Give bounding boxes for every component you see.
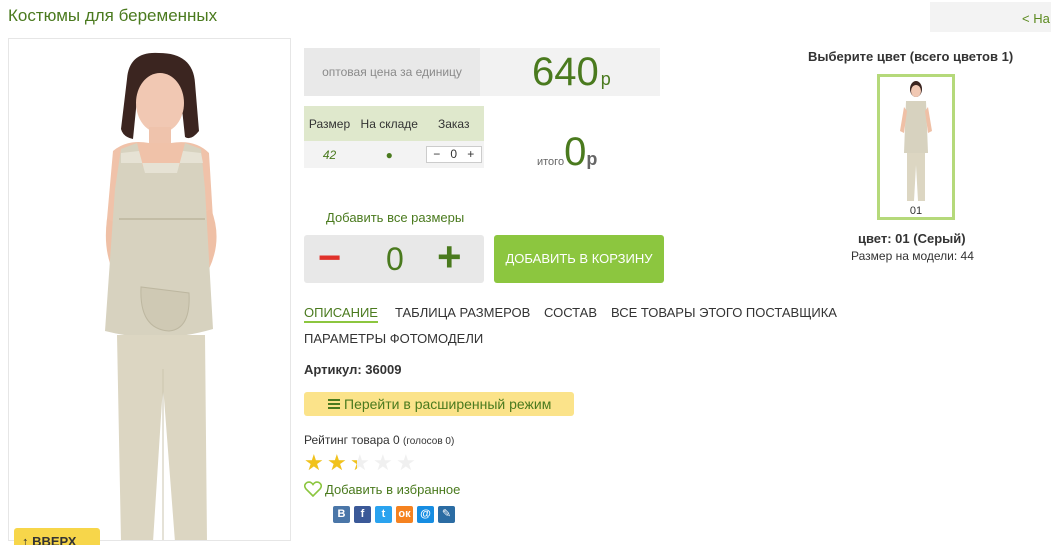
all-sizes-stepper: − 0 + [304, 235, 484, 283]
rating-star-fill: ★ [327, 452, 347, 474]
rating-stars[interactable]: ★★★★★★★★ [304, 452, 419, 474]
rating-star-icon[interactable]: ★★ [304, 452, 326, 474]
all-sizes-qty-input[interactable]: 0 [386, 241, 404, 278]
total-value: 0 [564, 130, 587, 174]
size-qty-stepper: −0 + [425, 146, 482, 163]
rating-label: Рейтинг товара 0 [304, 433, 400, 447]
size-order-table: Размер На складе Заказ 42 ● −0 + [304, 106, 484, 168]
odnoklassniki-icon[interactable]: ок [396, 506, 413, 523]
page-title: Костюмы для беременных [8, 6, 218, 25]
scroll-up-button[interactable]: ↑ ВВЕРХ [14, 528, 100, 545]
qty-input[interactable]: 0 [445, 147, 462, 162]
twitter-icon[interactable]: t [375, 506, 392, 523]
unit-price-label: оптовая цена за единицу [304, 48, 480, 96]
model-photo-illustration [105, 52, 217, 540]
size-column-header: Размер [304, 106, 356, 141]
rating-star-icon[interactable]: ★★ [350, 452, 372, 474]
qty-increase-button[interactable]: + [462, 147, 479, 162]
stock-column-header: На складе [355, 106, 424, 141]
color-thumbnail-01[interactable]: 01 [877, 74, 955, 220]
all-sizes-increase-button[interactable]: + [437, 235, 462, 279]
add-to-cart-button[interactable]: ДОБАВИТЬ В КОРЗИНУ [494, 235, 664, 283]
facebook-icon[interactable]: f [354, 506, 371, 523]
vkontakte-icon[interactable]: В [333, 506, 350, 523]
rating-star-fill: ★ [350, 452, 357, 474]
total-label: итого [537, 156, 565, 168]
add-to-favorites-link[interactable]: Добавить в избранное [303, 481, 461, 498]
all-sizes-decrease-button[interactable]: − [318, 238, 341, 278]
table-row: 42 ● −0 + [304, 141, 484, 168]
livejournal-icon[interactable]: ✎ [438, 506, 455, 523]
rating-star-icon[interactable]: ★ [396, 452, 418, 474]
price-currency: р [600, 69, 611, 89]
tab-supplier-products[interactable]: ВСЕ ТОВАРЫ ЭТОГО ПОСТАВЩИКА [611, 305, 837, 320]
rating-star-icon[interactable]: ★★ [327, 452, 349, 474]
rating-votes: (голосов 0) [403, 436, 455, 447]
order-column-header: Заказ [423, 106, 484, 141]
color-select-heading: Выберите цвет (всего цветов 1) [808, 49, 1014, 64]
model-size-info: Размер на модели: 44 [851, 249, 974, 263]
color-thumbnail-label: 01 [909, 205, 923, 217]
back-link[interactable]: < На [930, 2, 1051, 32]
heart-icon [303, 481, 323, 498]
total-currency: р [586, 149, 598, 169]
tab-description[interactable]: ОПИСАНИЕ [304, 305, 378, 323]
qty-decrease-button[interactable]: − [428, 147, 445, 162]
color-thumbnail-photo [900, 81, 932, 201]
tab-composition[interactable]: СОСТАВ [544, 305, 597, 320]
order-cell: −0 + [423, 141, 484, 168]
unit-price-value: 640 р [532, 50, 611, 94]
product-sku: Артикул: 36009 [304, 362, 402, 377]
advanced-mode-button[interactable]: Перейти в расширенный режим [304, 392, 574, 416]
unit-price-box: оптовая цена за единицу 640 р [304, 48, 660, 96]
in-stock-indicator: ● [355, 141, 424, 168]
add-to-favorites-label: Добавить в избранное [325, 482, 461, 497]
advanced-mode-label: Перейти в расширенный режим [344, 396, 552, 412]
mailru-icon[interactable]: @ [417, 506, 434, 523]
tab-size-chart[interactable]: ТАБЛИЦА РАЗМЕРОВ [395, 305, 530, 320]
selected-color-name: цвет: 01 (Серый) [858, 231, 966, 246]
rating-star-fill: ★ [304, 452, 324, 474]
tab-model-parameters[interactable]: ПАРАМЕТРЫ ФОТОМОДЕЛИ [304, 331, 483, 346]
add-all-sizes-label: Добавить все размеры [326, 210, 465, 225]
order-total: итого0р [537, 130, 597, 175]
product-rating: Рейтинг товара 0 (голосов 0) [304, 433, 454, 447]
main-product-photo[interactable] [8, 38, 291, 541]
size-value: 42 [304, 141, 356, 168]
list-icon [328, 399, 340, 410]
rating-star-icon[interactable]: ★ [373, 452, 395, 474]
